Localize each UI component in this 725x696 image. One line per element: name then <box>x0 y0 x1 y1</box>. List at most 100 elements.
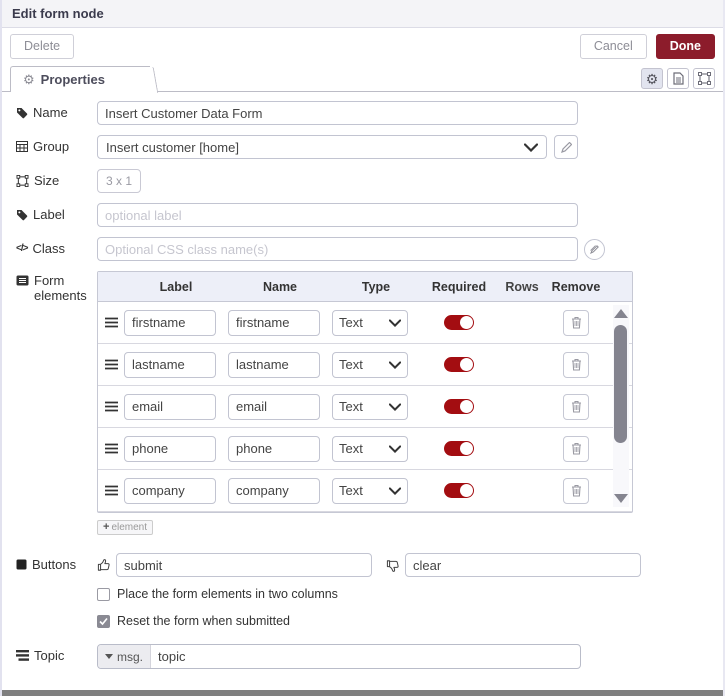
tab-properties-label: Properties <box>40 72 105 87</box>
element-label-input[interactable] <box>124 435 216 462</box>
element-name-input[interactable] <box>228 351 320 378</box>
dialog-title: Edit form node <box>12 6 104 21</box>
delete-element-button[interactable] <box>563 393 589 420</box>
scroll-up-icon[interactable] <box>614 309 628 318</box>
plus-icon: + <box>103 521 110 533</box>
scrollbar[interactable] <box>613 305 629 507</box>
tab-bar: ⚙ Properties ⚙ <box>2 65 723 92</box>
size-label: Size <box>16 173 97 189</box>
drag-handle[interactable] <box>98 401 124 412</box>
topic-value-input[interactable]: topic <box>151 645 580 668</box>
delete-button[interactable]: Delete <box>10 34 75 59</box>
required-toggle[interactable] <box>444 441 474 456</box>
square-icon <box>16 559 27 570</box>
submit-button-input[interactable] <box>116 553 372 577</box>
two-columns-checkbox-row[interactable]: Place the form elements in two columns <box>97 587 711 601</box>
reset-form-checkbox-row[interactable]: Reset the form when submitted <box>97 614 711 628</box>
required-toggle[interactable] <box>444 399 474 414</box>
done-button[interactable]: Done <box>655 34 715 59</box>
dialog-titlebar: Edit form node <box>2 0 723 28</box>
delete-element-button[interactable] <box>563 435 589 462</box>
element-label-input[interactable] <box>124 351 216 378</box>
element-label-input[interactable] <box>124 477 216 504</box>
chevron-down-icon <box>524 142 538 152</box>
element-label-input[interactable] <box>124 393 216 420</box>
trash-icon <box>571 316 581 329</box>
class-input[interactable] <box>97 237 578 261</box>
chevron-down-icon <box>389 486 401 495</box>
two-columns-checkbox-label: Place the form elements in two columns <box>117 587 338 601</box>
scrollbar-thumb[interactable] <box>614 325 627 443</box>
edit-form-node-dialog: Edit form node Delete Cancel Done ⚙ Prop… <box>0 0 725 696</box>
class-label: </> Class <box>16 240 65 256</box>
required-toggle[interactable] <box>444 483 474 498</box>
checkbox-icon[interactable] <box>97 587 110 601</box>
topic-label: Topic <box>16 648 97 664</box>
window-footer-bar <box>2 690 723 696</box>
object-group-icon <box>697 72 711 85</box>
properties-view-button[interactable]: ⚙ <box>641 68 663 89</box>
delete-element-button[interactable] <box>563 351 589 378</box>
pencil-slash-icon <box>590 244 599 254</box>
checkbox-icon[interactable] <box>97 614 110 628</box>
form-elements-row: Form elements Label Name Type Required R… <box>16 271 711 543</box>
col-header-name: Name <box>262 279 298 294</box>
properties-panel: Name Group Insert customer [home] Size <box>2 92 723 669</box>
chevron-down-icon <box>389 444 401 453</box>
name-input[interactable] <box>97 101 578 125</box>
delete-element-button[interactable] <box>563 309 589 336</box>
form-elements-rows: Text Text <box>98 302 632 512</box>
element-type-value: Text <box>339 483 363 498</box>
group-select[interactable]: Insert customer [home] <box>97 135 547 159</box>
scroll-down-icon[interactable] <box>614 494 628 503</box>
element-type-select[interactable]: Text <box>332 351 408 378</box>
form-elements-table: Label Name Type Required Rows Remove Tex… <box>97 271 633 513</box>
appearance-view-button[interactable] <box>693 68 715 89</box>
reset-form-checkbox-label: Reset the form when submitted <box>117 614 290 628</box>
size-button[interactable]: 3 x 1 <box>97 169 142 193</box>
edit-group-button[interactable] <box>554 135 578 159</box>
element-type-select[interactable]: Text <box>332 477 408 504</box>
element-label-input[interactable] <box>124 309 216 336</box>
gear-icon: ⚙ <box>645 70 659 87</box>
drag-handle[interactable] <box>98 443 124 454</box>
name-label: Name <box>16 105 97 121</box>
element-type-select[interactable]: Text <box>332 309 408 336</box>
add-element-button[interactable]: + element <box>97 519 154 535</box>
label-row: Label <box>16 203 711 227</box>
clear-button-input[interactable] <box>405 553 641 577</box>
chevron-down-icon <box>389 402 401 411</box>
label-input[interactable] <box>97 203 578 227</box>
file-icon <box>672 72 684 85</box>
list-alt-icon <box>16 275 29 286</box>
trash-icon <box>571 358 581 371</box>
element-name-input[interactable] <box>228 393 320 420</box>
col-header-type: Type <box>361 279 391 294</box>
name-row: Name <box>16 101 711 125</box>
element-name-input[interactable] <box>228 435 320 462</box>
class-helper-button[interactable] <box>584 238 605 260</box>
col-header-required: Required <box>431 279 487 294</box>
delete-element-button[interactable] <box>563 477 589 504</box>
buttons-label: Buttons <box>16 557 97 573</box>
drag-handle[interactable] <box>98 359 124 370</box>
dialog-toolbar: Delete Cancel Done <box>2 28 723 65</box>
element-type-select[interactable]: Text <box>332 435 408 462</box>
drag-handle[interactable] <box>98 485 124 496</box>
tabbar-actions: ⚙ <box>641 68 715 89</box>
cancel-button[interactable]: Cancel <box>579 34 647 59</box>
caret-down-icon <box>105 654 113 659</box>
required-toggle[interactable] <box>444 357 474 372</box>
required-toggle[interactable] <box>444 315 474 330</box>
typed-input-type-select[interactable]: msg. <box>98 645 152 668</box>
buttons-row: Buttons <box>16 553 711 577</box>
class-row: </> Class <box>16 237 711 261</box>
form-element-row: Text <box>98 386 632 428</box>
tab-properties[interactable]: ⚙ Properties <box>10 66 150 92</box>
group-label: Group <box>16 139 97 155</box>
element-name-input[interactable] <box>228 309 320 336</box>
drag-handle[interactable] <box>98 317 124 328</box>
description-view-button[interactable] <box>667 68 689 89</box>
element-type-select[interactable]: Text <box>332 393 408 420</box>
element-name-input[interactable] <box>228 477 320 504</box>
